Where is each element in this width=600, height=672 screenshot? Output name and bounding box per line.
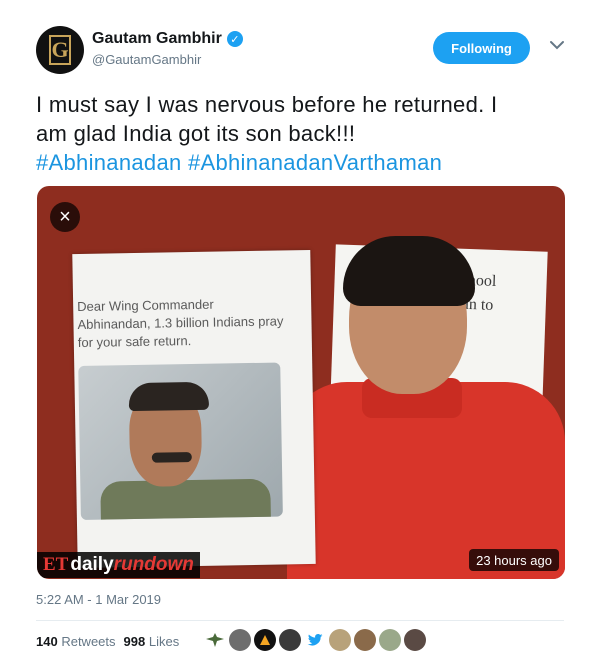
tweet-line-1: I must say I was nervous before he retur… (36, 92, 498, 117)
tweet-timestamp[interactable]: 5:22 AM - 1 Mar 2019 (36, 592, 161, 607)
retweets-stat[interactable]: 140 Retweets (36, 634, 116, 649)
liker-avatar[interactable] (204, 629, 226, 651)
liker-avatar[interactable] (354, 629, 376, 651)
tweet-line-2: am glad India got its son back!!! (36, 121, 356, 146)
tweet-text: I must say I was nervous before he retur… (36, 90, 556, 177)
brand-rundown: rundown (113, 554, 194, 575)
pilot-mustache (151, 452, 192, 463)
retweets-label: Retweets (61, 634, 116, 649)
liker-avatar[interactable] (329, 629, 351, 651)
following-button[interactable]: Following (433, 32, 530, 64)
hashtag-link[interactable]: #Abhinanadan (36, 150, 182, 175)
likes-label: Likes (148, 634, 180, 649)
held-sign: Dear Wing Commander Abhinandan, 1.3 bill… (72, 249, 316, 569)
pilot-photo (78, 362, 283, 520)
et-daily-rundown-logo: ET daily rundown (37, 552, 200, 578)
display-name-row[interactable]: Gautam Gambhir ✓ (92, 30, 243, 48)
retweets-count: 140 (36, 634, 58, 649)
display-name[interactable]: Gautam Gambhir (92, 30, 222, 48)
liker-avatar[interactable] (254, 629, 276, 651)
user-info: Gautam Gambhir ✓ @GautamGambhir (92, 30, 243, 67)
air-force-emblem-icon (206, 633, 224, 647)
liker-avatar[interactable] (229, 629, 251, 651)
chevron-down-icon[interactable] (548, 36, 566, 54)
avatar-monogram: G (49, 35, 71, 65)
pilot-hair (128, 381, 210, 412)
likes-stat[interactable]: 998 Likes (124, 634, 180, 649)
girl-hair (343, 236, 475, 306)
brand-daily: daily (70, 554, 114, 575)
triangle-logo-icon (260, 635, 270, 645)
liker-avatar[interactable] (379, 629, 401, 651)
hashtag-link[interactable]: #AbhinanadanVarthaman (188, 150, 442, 175)
liker-avatar[interactable] (304, 629, 326, 651)
tweet-hashtags: #Abhinanadan #AbhinanadanVarthaman (36, 148, 556, 177)
bird-icon (307, 633, 323, 646)
verified-icon: ✓ (226, 31, 243, 47)
tweet-media-image[interactable]: school dan to Dear Wing Commander Abhina… (37, 186, 565, 579)
avatar[interactable]: G (36, 26, 84, 74)
close-icon[interactable]: × (50, 202, 80, 232)
held-sign-text: Dear Wing Commander Abhinandan, 1.3 bill… (77, 296, 284, 351)
user-handle[interactable]: @GautamGambhir (92, 52, 243, 67)
liker-avatar[interactable] (279, 629, 301, 651)
likes-count: 998 (123, 634, 146, 649)
tweet-stats: 140 Retweets 998 Likes (36, 634, 179, 649)
divider (36, 620, 564, 621)
pilot-uniform (100, 478, 272, 520)
liker-avatars (204, 629, 426, 651)
brand-et: ET (43, 554, 69, 575)
media-time-badge: 23 hours ago (469, 549, 559, 571)
liker-avatar[interactable] (404, 629, 426, 651)
